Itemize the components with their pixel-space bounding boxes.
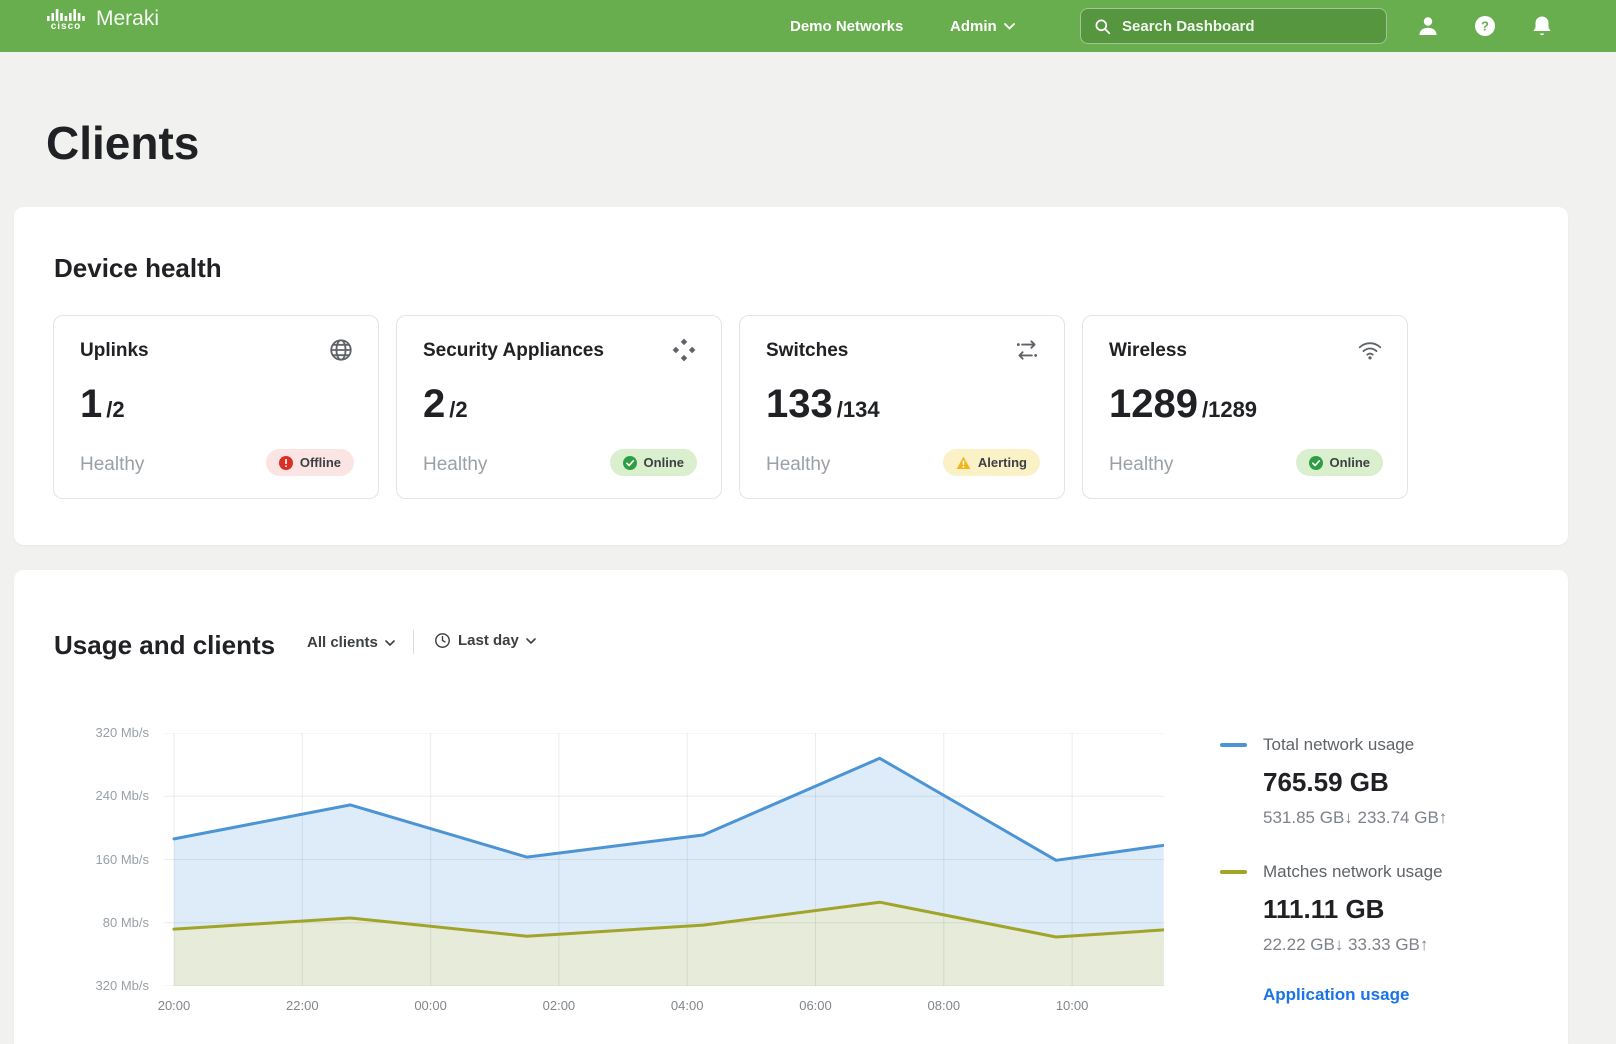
matches-usage-down-up: 22.22 GB↓ 33.33 GB↑	[1263, 935, 1540, 955]
chart-legend: Total network usage 765.59 GB 531.85 GB↓…	[1220, 735, 1540, 1005]
device-health-row: Uplinks 1/2 Healthy	[53, 315, 1408, 499]
security-appliances-title: Security Appliances	[423, 340, 604, 362]
search-icon	[1093, 17, 1112, 36]
time-filter-dropdown[interactable]: Last day	[434, 632, 536, 649]
wireless-title: Wireless	[1109, 340, 1187, 362]
x-axis-tick: 02:00	[543, 998, 576, 1013]
alerting-warning-icon	[956, 456, 971, 470]
usage-chart-plot[interactable]	[164, 733, 1164, 986]
uplinks-card[interactable]: Uplinks 1/2 Healthy	[53, 315, 379, 499]
x-axis-tick: 00:00	[414, 998, 447, 1013]
account-icon[interactable]	[1416, 14, 1440, 38]
switches-count: 133/134	[766, 382, 880, 427]
application-usage-link[interactable]: Application usage	[1263, 985, 1540, 1005]
healthy-label: Healthy	[423, 454, 487, 476]
status-badge-offline: Offline	[266, 449, 354, 476]
cisco-wordmark: cisco	[51, 22, 82, 32]
healthy-label: Healthy	[80, 454, 144, 476]
y-axis-tick: 320 Mb/s	[44, 725, 149, 740]
healthy-label: Healthy	[1109, 454, 1173, 476]
y-axis-tick: 240 Mb/s	[44, 788, 149, 803]
wireless-card[interactable]: Wireless 1289/1289 Healthy	[1082, 315, 1408, 499]
online-check-icon	[1309, 456, 1323, 470]
uplinks-title: Uplinks	[80, 340, 149, 362]
y-axis-tick: 80 Mb/s	[44, 915, 149, 930]
x-axis-tick: 04:00	[671, 998, 704, 1013]
filter-divider	[413, 630, 414, 654]
x-axis-tick: 08:00	[928, 998, 961, 1013]
matches-usage-dash-icon	[1220, 870, 1247, 874]
wireless-count: 1289/1289	[1109, 382, 1257, 427]
x-axis-tick: 06:00	[799, 998, 832, 1013]
status-badge-online: Online	[610, 449, 697, 476]
offline-error-icon	[279, 456, 293, 470]
search-input[interactable]	[1122, 18, 1374, 35]
dashboard-search[interactable]	[1080, 8, 1387, 44]
wifi-icon	[1357, 337, 1383, 363]
legend-label: Total network usage	[1263, 735, 1414, 755]
chevron-down-icon	[526, 638, 536, 644]
total-usage-down-up: 531.85 GB↓ 233.74 GB↑	[1263, 808, 1540, 828]
admin-menu-label: Admin	[950, 18, 997, 35]
network-selector[interactable]: Demo Networks	[790, 0, 903, 52]
clock-icon	[434, 632, 451, 649]
admin-menu[interactable]: Admin	[950, 0, 1015, 52]
x-axis-tick: 22:00	[286, 998, 319, 1013]
page-title: Clients	[46, 116, 199, 170]
meraki-dashboard: cisco Meraki Demo Networks Admin	[0, 0, 1616, 1044]
top-navbar: cisco Meraki Demo Networks Admin	[0, 0, 1616, 52]
usage-title: Usage and clients	[54, 630, 275, 661]
switches-title: Switches	[766, 340, 848, 362]
client-filter-dropdown[interactable]: All clients	[307, 634, 395, 651]
cisco-logo: cisco	[46, 8, 86, 32]
security-appliances-card[interactable]: Security Appliances 2/2 Healthy	[396, 315, 722, 499]
legend-matches-network-usage: Matches network usage 111.11 GB 22.22 GB…	[1220, 862, 1540, 955]
status-badge-online: Online	[1296, 449, 1383, 476]
device-health-card: Device health Uplinks 1/2 Healthy	[14, 207, 1568, 545]
legend-total-network-usage: Total network usage 765.59 GB 531.85 GB↓…	[1220, 735, 1540, 828]
chevron-down-icon	[385, 640, 395, 646]
device-health-title: Device health	[54, 253, 222, 284]
status-badge-alerting: Alerting	[943, 449, 1040, 476]
total-usage-value: 765.59 GB	[1263, 767, 1540, 798]
x-axis-tick: 20:00	[158, 998, 191, 1013]
notifications-bell-icon[interactable]	[1530, 14, 1554, 38]
chevron-down-icon	[1004, 23, 1015, 30]
x-axis-tick: 10:00	[1056, 998, 1089, 1013]
client-filter-label: All clients	[307, 634, 378, 651]
switches-card[interactable]: Switches 133/134 Healthy	[739, 315, 1065, 499]
cisco-bars-icon	[46, 8, 86, 22]
total-usage-dash-icon	[1220, 743, 1247, 747]
y-axis-tick: 320 Mb/s	[44, 978, 149, 993]
help-icon[interactable]: ?	[1473, 14, 1497, 38]
usage-area-chart[interactable]	[164, 733, 1164, 986]
legend-label: Matches network usage	[1263, 862, 1443, 882]
svg-text:?: ?	[1481, 19, 1489, 34]
security-appliance-icon	[671, 337, 697, 363]
security-appliances-count: 2/2	[423, 382, 468, 427]
usage-and-clients-card: Usage and clients All clients Last day 3…	[14, 570, 1568, 1044]
uplinks-count: 1/2	[80, 382, 125, 427]
time-filter-label: Last day	[458, 632, 519, 649]
online-check-icon	[623, 456, 637, 470]
globe-icon	[328, 337, 354, 363]
y-axis-tick: 160 Mb/s	[44, 852, 149, 867]
matches-usage-value: 111.11 GB	[1263, 894, 1540, 925]
switch-icon	[1014, 337, 1040, 363]
meraki-wordmark: Meraki	[96, 7, 159, 32]
healthy-label: Healthy	[766, 454, 830, 476]
cisco-meraki-logo[interactable]: cisco Meraki	[46, 7, 159, 32]
network-selector-label: Demo Networks	[790, 18, 903, 35]
